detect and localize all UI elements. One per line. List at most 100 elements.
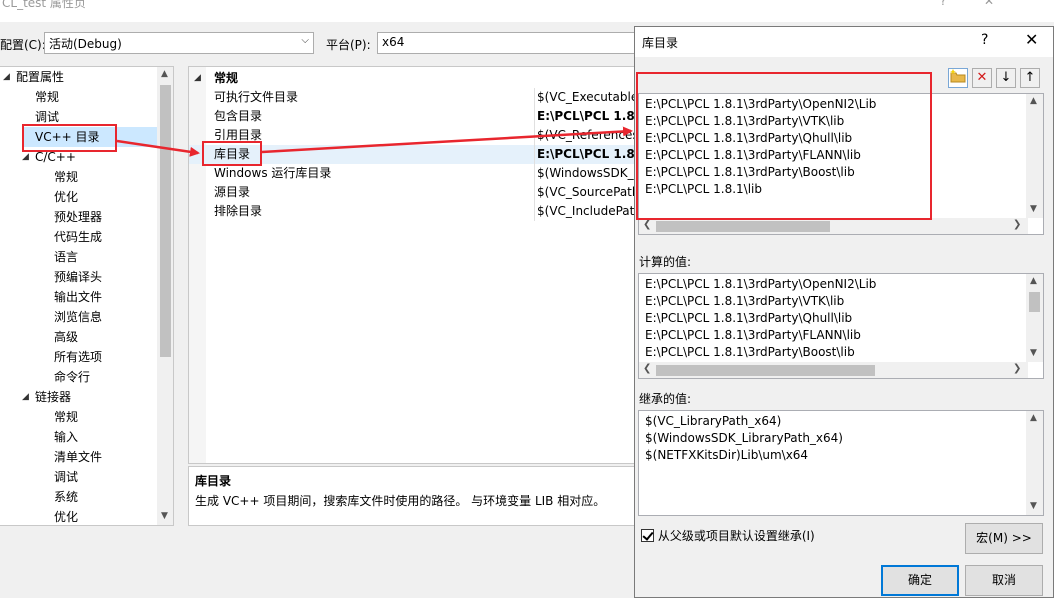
move-down-icon[interactable]: ↓ [996, 68, 1016, 88]
evaluated-line: E:\PCL\PCL 1.8.1\3rdParty\Boost\lib [645, 345, 855, 359]
scroll-down-icon[interactable]: ▼ [161, 511, 168, 521]
scroll-down-icon[interactable]: ▼ [1030, 501, 1037, 511]
tree-item-input[interactable]: 输入 [54, 427, 78, 447]
property-description: 库目录 生成 VC++ 项目期间，搜索库文件时使用的路径。 与环境变量 LIB … [188, 466, 636, 526]
evaluated-hscrollbar[interactable]: ❮ ❯ [639, 362, 1028, 378]
tree-scroll-thumb[interactable] [160, 85, 171, 357]
platform-combo[interactable]: x64 [377, 32, 637, 54]
grid-row-name: 排除目录 [214, 204, 263, 218]
grid-row-value: $(VC_SourcePath) [534, 183, 635, 202]
paths-hscroll-thumb[interactable] [656, 221, 830, 232]
grid-row-value: $(VC_IncludePath [534, 202, 635, 221]
tree-item-cpp-general[interactable]: 常规 [54, 167, 78, 187]
dialog-titlebar: 库目录 ? ✕ [635, 27, 1053, 57]
tree-item-browse-info[interactable]: 浏览信息 [54, 307, 102, 327]
inherit-checkbox[interactable] [641, 529, 654, 542]
inherited-label: 继承的值: [639, 392, 692, 406]
move-up-icon[interactable]: ↑ [1020, 68, 1040, 88]
collapse-triangle-icon[interactable]: ◢ [194, 69, 201, 88]
paths-hscrollbar[interactable]: ❮ ❯ [639, 218, 1028, 234]
main-help-button[interactable]: ? [940, 0, 946, 8]
dialog-help-button[interactable]: ? [981, 32, 988, 48]
dialog-title: 库目录 [642, 36, 679, 50]
scroll-up-icon[interactable]: ▲ [1030, 276, 1037, 286]
scroll-up-icon[interactable]: ▲ [1030, 96, 1037, 106]
evaluated-line: E:\PCL\PCL 1.8.1\3rdParty\OpenNI2\Lib [645, 277, 877, 291]
description-title: 库目录 [195, 474, 232, 488]
dialog-close-button[interactable]: ✕ [1025, 30, 1038, 49]
inherited-line: $(NETFXKitsDir)Lib\um\x64 [645, 448, 809, 462]
grid-category[interactable]: ◢ 常规 [189, 69, 635, 88]
grid-row-include-dirs[interactable]: 包含目录 E:\PCL\PCL 1.8.1 [189, 107, 635, 126]
tree-item-code-generation[interactable]: 代码生成 [54, 227, 102, 247]
grid-row-exclude-dirs[interactable]: 排除目录 $(VC_IncludePath [189, 202, 635, 221]
tree-item-cpp-optimization[interactable]: 优化 [54, 187, 78, 207]
tree-item-system[interactable]: 系统 [54, 487, 78, 507]
scroll-right-icon[interactable]: ❯ [1013, 363, 1021, 374]
annotation-box-vc-dirs [22, 124, 117, 152]
tree-item-general[interactable]: 常规 [35, 87, 59, 107]
inherit-checkbox-row[interactable]: 从父级或项目默认设置继承(I) [641, 527, 815, 544]
evaluated-line: E:\PCL\PCL 1.8.1\3rdParty\FLANN\lib [645, 328, 861, 342]
tree-item-command-line[interactable]: 命令行 [54, 367, 90, 387]
tree-item-output-files[interactable]: 输出文件 [54, 287, 102, 307]
grid-row-source-dirs[interactable]: 源目录 $(VC_SourcePath) [189, 183, 635, 202]
scroll-left-icon[interactable]: ❮ [643, 219, 651, 230]
grid-row-name: 可执行文件目录 [214, 90, 299, 104]
annotation-box-paths [636, 72, 932, 220]
scroll-up-icon[interactable]: ▲ [161, 69, 168, 79]
tree-scrollbar[interactable]: ▲ ▼ [157, 67, 173, 525]
ok-button[interactable]: 确定 [881, 565, 959, 596]
tree-item-linker[interactable]: 链接器 [35, 387, 71, 407]
chevron-down-icon: ⌵ [301, 35, 309, 46]
inherited-vscrollbar[interactable]: ▲ ▼ [1026, 411, 1043, 515]
grid-category-label: 常规 [214, 71, 239, 85]
tree-item-linker-optimization[interactable]: 优化 [54, 507, 78, 525]
new-line-icon[interactable] [948, 68, 968, 88]
description-text: 生成 VC++ 项目期间，搜索库文件时使用的路径。 与环境变量 LIB 相对应。 [195, 494, 606, 508]
scroll-down-icon[interactable]: ▼ [1030, 204, 1037, 214]
evaluated-label: 计算的值: [639, 255, 692, 269]
tree-item-language[interactable]: 语言 [54, 247, 78, 267]
tree-item-linker-debugging[interactable]: 调试 [54, 467, 78, 487]
cancel-button[interactable]: 取消 [965, 565, 1043, 596]
config-combo[interactable]: 活动(Debug) ⌵ [44, 32, 314, 54]
property-grid: ◢ 常规 可执行文件目录 $(VC_ExecutableP 包含目录 E:\PC… [188, 66, 636, 464]
evaluated-hscroll-thumb[interactable] [656, 365, 875, 376]
tree-item-linker-general[interactable]: 常规 [54, 407, 78, 427]
grid-row-name: 源目录 [214, 185, 251, 199]
macros-button[interactable]: 宏(M) >> [965, 523, 1043, 554]
config-combo-value: 活动(Debug) [49, 37, 122, 51]
tree-item-all-options[interactable]: 所有选项 [54, 347, 102, 367]
tree-item-precompiled-headers[interactable]: 预编译头 [54, 267, 102, 287]
inherit-checkbox-label[interactable]: 从父级或项目默认设置继承(I) [658, 529, 815, 543]
grid-row-winrt-dirs[interactable]: Windows 运行库目录 $(WindowsSDK_M [189, 164, 635, 183]
main-window-titlebar: CL_test 属性页 ? ✕ [0, 0, 1054, 22]
scroll-down-icon[interactable]: ▼ [1030, 348, 1037, 358]
evaluated-vscrollbar[interactable]: ▲ ▼ [1026, 274, 1043, 362]
scroll-up-icon[interactable]: ▲ [1030, 413, 1037, 423]
grid-row-value: E:\PCL\PCL 1.8.1 [534, 145, 635, 164]
scroll-left-icon[interactable]: ❮ [643, 363, 651, 374]
delete-line-icon[interactable]: ✕ [972, 68, 992, 88]
tree-item-config-props[interactable]: 配置属性 [16, 67, 64, 87]
expand-triangle-icon[interactable]: ◢ [22, 152, 29, 162]
evaluated-vscroll-thumb[interactable] [1029, 292, 1040, 312]
scroll-right-icon[interactable]: ❯ [1013, 219, 1021, 230]
grid-row-value: $(WindowsSDK_M [534, 164, 635, 183]
inherited-line: $(VC_LibraryPath_x64) [645, 414, 782, 428]
expand-triangle-icon[interactable]: ◢ [3, 72, 10, 82]
evaluated-values: E:\PCL\PCL 1.8.1\3rdParty\OpenNI2\Lib E:… [638, 273, 1044, 379]
tree-item-preprocessor[interactable]: 预处理器 [54, 207, 102, 227]
grid-row-value: $(VC_ExecutableP [534, 88, 635, 107]
grid-row-executable-dirs[interactable]: 可执行文件目录 $(VC_ExecutableP [189, 88, 635, 107]
evaluated-line: E:\PCL\PCL 1.8.1\3rdParty\Qhull\lib [645, 311, 853, 325]
expand-triangle-icon[interactable]: ◢ [22, 392, 29, 402]
paths-vscrollbar[interactable]: ▲ ▼ [1026, 94, 1043, 218]
tree-item-advanced[interactable]: 高级 [54, 327, 78, 347]
main-close-button[interactable]: ✕ [984, 0, 994, 8]
tree-item-manifest-file[interactable]: 清单文件 [54, 447, 102, 467]
grid-row-name: Windows 运行库目录 [214, 166, 332, 180]
evaluated-line: E:\PCL\PCL 1.8.1\3rdParty\VTK\lib [645, 294, 845, 308]
grid-row-name: 包含目录 [214, 109, 263, 123]
